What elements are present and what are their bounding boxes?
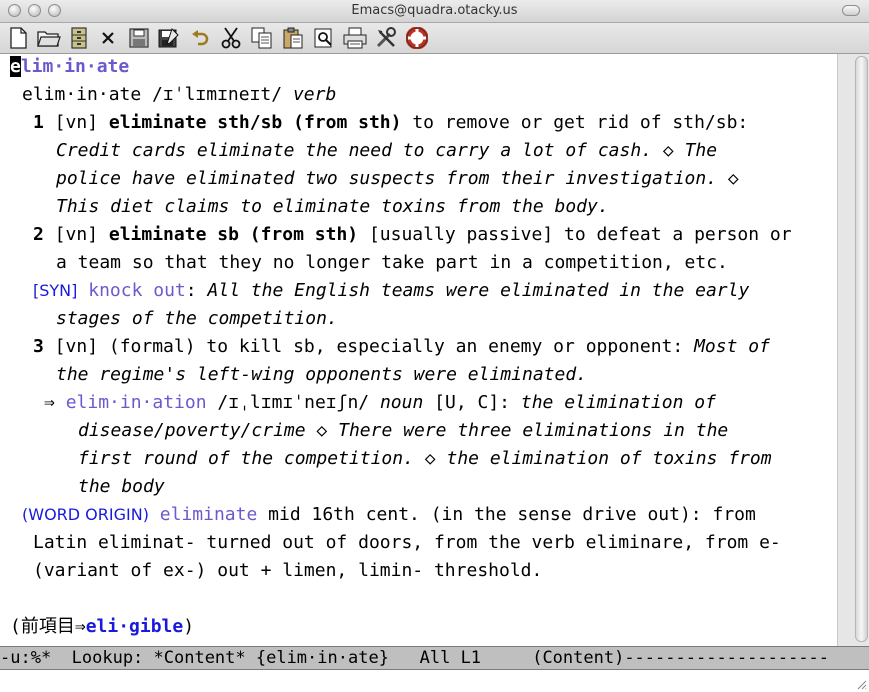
diamond-separator: ◇	[316, 420, 328, 441]
title-bar: Emacs@quadra.otacky.us	[0, 0, 869, 23]
vertical-scrollbar[interactable]	[837, 54, 869, 646]
sense-1-line: 1 [vn] eliminate sth/sb (from sth) to re…	[33, 112, 749, 133]
sense-1-example-3: This diet claims to eliminate toxins fro…	[56, 196, 609, 217]
undo-icon	[192, 30, 209, 46]
close-buffer-button[interactable]	[96, 26, 120, 50]
diamond-separator: ◇	[662, 140, 674, 161]
folder-icon	[37, 31, 61, 47]
previous-entry-link[interactable]: eli·gible	[86, 616, 184, 637]
pronunciation-line: elim·in·ate /ɪˈlɪmɪneɪt/ verb	[22, 84, 337, 105]
preferences-button[interactable]	[374, 26, 398, 50]
search-button[interactable]	[312, 26, 336, 50]
scrollbar-thumb[interactable]	[855, 56, 868, 642]
diamond-separator: ◇	[727, 168, 739, 189]
cut-button[interactable]	[219, 26, 243, 50]
sense-2-line: 2 [vn] eliminate sb (from sth) [usually …	[33, 224, 792, 245]
tools-icon	[376, 27, 396, 48]
previous-entry-line: (前項目⇒eli·gible)	[10, 616, 195, 637]
new-file-icon	[10, 27, 27, 49]
scissors-icon	[221, 27, 241, 49]
new-file-button[interactable]	[6, 26, 30, 50]
sense-2-example-cont: stages of the competition.	[56, 308, 338, 329]
undo-button[interactable]	[188, 26, 212, 50]
toolbar-toggle-button[interactable]	[842, 5, 860, 16]
origin-word: eliminate	[159, 504, 258, 525]
print-button[interactable]	[343, 26, 367, 50]
save-button[interactable]	[127, 26, 151, 50]
diamond-separator: ◇	[424, 448, 436, 469]
headword-line: elim·in·ate	[10, 54, 129, 80]
sense-2-definition-cont: a team so that they no longer take part …	[56, 252, 728, 273]
paste-icon	[283, 27, 303, 49]
word-origin-tag: (WORD ORIGIN)	[22, 505, 149, 524]
save-as-button[interactable]	[157, 26, 181, 50]
text-cursor: e	[10, 56, 21, 77]
word-origin-line: (WORD ORIGIN) eliminate mid 16th cent. (…	[22, 504, 756, 525]
copy-button[interactable]	[250, 26, 274, 50]
minibuffer[interactable]	[0, 670, 869, 692]
window-title: Emacs@quadra.otacky.us	[351, 3, 518, 18]
toolbar	[0, 23, 869, 54]
search-icon	[314, 28, 332, 48]
printer-icon	[343, 27, 367, 49]
derived-example-line-3: the body	[78, 476, 165, 497]
sense-3-line: 3 [vn] (formal) to kill sb, especially a…	[33, 336, 770, 357]
copy-icon	[251, 27, 272, 49]
headword: lim·in·ate	[20, 56, 130, 77]
floppy-icon	[129, 28, 149, 48]
word-origin-line-3: (variant of ex-) out + limen, limin- thr…	[33, 560, 543, 581]
sense-1-example-2: police have eliminated two suspects from…	[56, 168, 739, 189]
derived-word-link[interactable]: elim·in·ation	[66, 392, 207, 413]
resize-grip-icon[interactable]	[855, 678, 867, 690]
sense-3-example-cont: the regime's left-wing opponents were el…	[56, 364, 588, 385]
synonym-link[interactable]: knock out	[88, 280, 186, 301]
arrow-icon: ⇒	[44, 392, 55, 413]
derived-word-line: ⇒ elim·in·ation /ɪˌlɪmɪˈneɪʃn/ noun [U, …	[44, 392, 716, 413]
synonym-line: [SYN] knock out: All the English teams w…	[33, 280, 750, 301]
close-icon	[102, 32, 114, 44]
open-folder-button[interactable]	[37, 26, 61, 50]
paste-button[interactable]	[281, 26, 305, 50]
lifebuoy-icon	[406, 27, 428, 49]
file-cabinet-icon	[71, 27, 87, 49]
word-origin-line-2: Latin eliminat- turned out of doors, fro…	[33, 532, 781, 553]
help-button[interactable]	[405, 26, 429, 50]
mode-line: -u:%* Lookup: *Content* {elim·in·ate} Al…	[0, 646, 869, 670]
dired-button[interactable]	[67, 26, 91, 50]
syn-tag: [SYN]	[33, 281, 78, 300]
sense-1-example-1: Credit cards eliminate the need to carry…	[56, 140, 718, 161]
text-buffer[interactable]: elim·in·ate elim·in·ate /ɪˈlɪmɪneɪt/ ver…	[0, 54, 836, 646]
derived-example-line-2: first round of the competition. ◇ the el…	[78, 448, 772, 469]
floppy-pen-icon	[158, 28, 179, 48]
derived-example-line-1: disease/poverty/crime ◇ There were three…	[78, 420, 729, 441]
